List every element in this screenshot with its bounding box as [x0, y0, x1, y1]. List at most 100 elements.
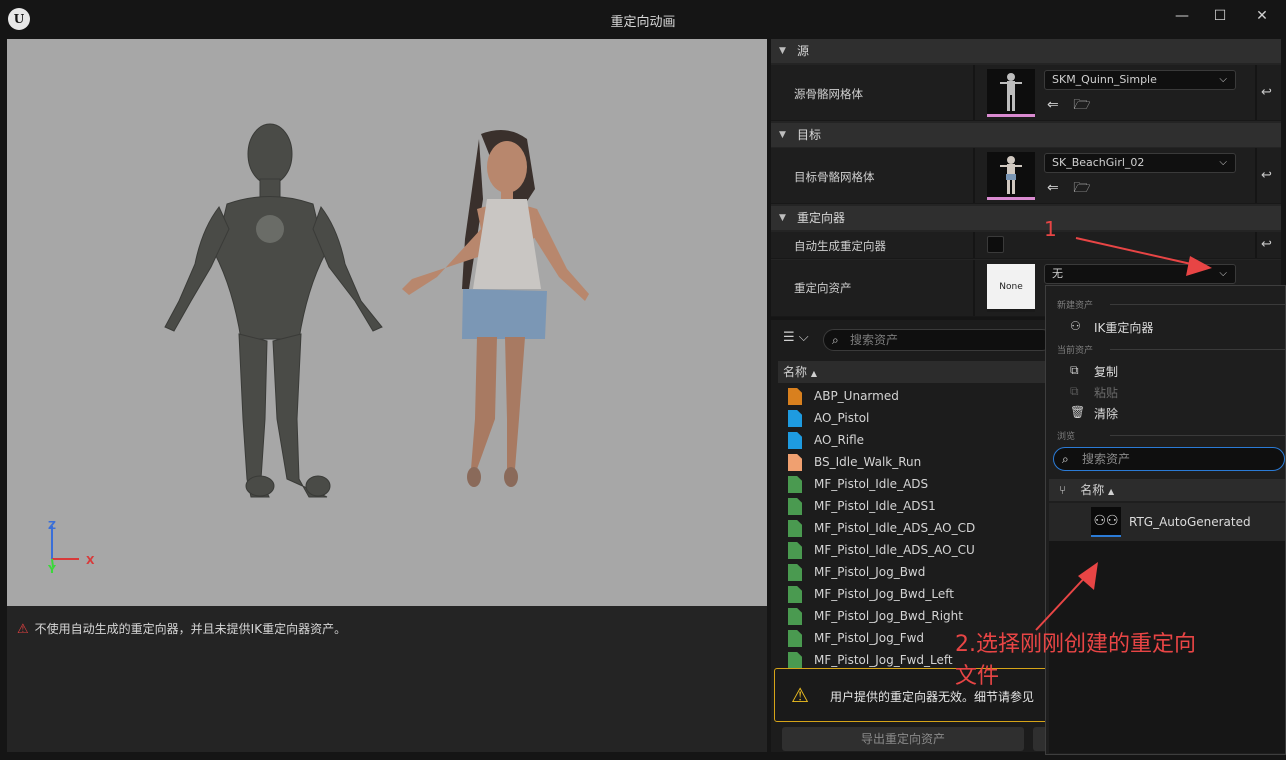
asset-file-icon: [788, 586, 802, 603]
chevron-down-icon: ⌵: [1219, 268, 1227, 279]
export-retarget-assets-button[interactable]: 导出重定向资产: [782, 727, 1024, 751]
asset-name: MF_Pistol_Idle_ADS_AO_CU: [814, 543, 975, 557]
row-auto-generate: 自动生成重定向器 ↩: [771, 232, 1281, 259]
category-source[interactable]: ▼ 源: [771, 39, 1281, 63]
window-title: 重定向动画: [610, 15, 676, 30]
minimize-button[interactable]: —: [1164, 5, 1200, 27]
annotation-step-1: 1: [1044, 217, 1057, 241]
asset-file-icon: [788, 542, 802, 559]
beach-girl-figure: [402, 130, 589, 487]
asset-name: ABP_Unarmed: [814, 389, 899, 403]
status-area: ⚠ 不使用自动生成的重定向器，并且未提供IK重定向器资产。: [7, 606, 767, 752]
asset-file-icon: [788, 410, 802, 427]
asset-file-icon: [788, 498, 802, 515]
branch-filter-icon[interactable]: ⑂: [1059, 483, 1066, 497]
asset-name: AO_Rifle: [814, 433, 865, 447]
reset-auto-icon[interactable]: ↩: [1261, 237, 1272, 252]
chevron-down-icon: ⌵: [1219, 74, 1227, 85]
auto-generate-label: 自动生成重定向器: [794, 239, 886, 253]
asset-file-icon: [788, 388, 802, 405]
annotation-step-2-line1: 2.选择刚刚创建的重定向: [955, 632, 1196, 657]
source-mesh-combo[interactable]: SKM_Quinn_Simple ⌵: [1044, 70, 1236, 90]
target-mesh-thumbnail[interactable]: [987, 152, 1035, 200]
list-item-rtg-autogenerated[interactable]: ⚇⚇ RTG_AutoGenerated: [1049, 503, 1285, 541]
filter-icon[interactable]: ☰ ⌵: [783, 330, 809, 345]
asset-name: MF_Pistol_Idle_ADS_AO_CD: [814, 521, 976, 535]
category-target[interactable]: ▼ 目标: [771, 123, 1281, 147]
asset-file-icon: [788, 630, 802, 647]
trash-icon: 🗑: [1070, 405, 1086, 419]
row-source-mesh: 源骨骼网格体 SKM_Quinn_Simple ⌵ ⇐ 🗁 ↩: [771, 65, 1281, 121]
title-bar: U 重定向动画 — ☐ ✕: [0, 0, 1286, 38]
error-icon: ⚠: [17, 622, 29, 637]
target-mesh-combo[interactable]: SK_BeachGirl_02 ⌵: [1044, 153, 1236, 173]
browse-asset-icon[interactable]: 🗁: [1073, 97, 1090, 113]
axis-x-label: X: [86, 554, 95, 567]
menu-item-paste[interactable]: 粘贴: [1094, 384, 1118, 401]
asset-file-icon: [788, 476, 802, 493]
asset-name: MF_Pistol_Jog_Bwd_Left: [814, 587, 954, 601]
asset-search-input[interactable]: ⌕ 搜索资产: [823, 329, 1053, 351]
asset-file-icon: [788, 454, 802, 471]
use-selected-icon[interactable]: ⇐: [1047, 97, 1059, 113]
warning-icon: ⚠: [791, 683, 809, 707]
row-target-mesh: 目标骨骼网格体 SK_BeachGirl_02 ⌵ ⇐ 🗁 ↩: [771, 148, 1281, 204]
sort-ascending-icon: ▲: [810, 369, 817, 378]
collapse-arrow-icon: ▼: [779, 46, 786, 56]
mannequin-chest-detail: [256, 215, 284, 243]
warning-text: 用户提供的重定向器无效。细节请参见: [830, 690, 1035, 704]
close-button[interactable]: ✕: [1244, 5, 1280, 27]
browse-asset-icon[interactable]: 🗁: [1073, 180, 1090, 196]
section-browse: 浏览: [1057, 432, 1076, 442]
axis-z-label: Z: [48, 519, 56, 532]
chevron-down-icon: ⌵: [1219, 157, 1227, 168]
retarget-asset-combo[interactable]: 无 ⌵: [1044, 264, 1236, 284]
popup-search-input[interactable]: ⌕ 搜索资产: [1053, 447, 1285, 471]
asset-file-icon: [788, 564, 802, 581]
collapse-arrow-icon: ▼: [779, 130, 786, 140]
asset-name: MF_Pistol_Jog_Bwd_Right: [814, 609, 963, 623]
auto-generate-checkbox[interactable]: [987, 236, 1004, 253]
annotation-step-2-line2: 文件: [955, 664, 1000, 689]
paste-icon: ⧉: [1070, 384, 1079, 398]
retarget-asset-thumbnail[interactable]: None: [987, 264, 1035, 312]
menu-item-clear[interactable]: 清除: [1094, 405, 1118, 422]
asset-file-icon: [788, 520, 802, 537]
section-current-asset: 当前资产: [1057, 346, 1094, 356]
category-retargeter[interactable]: ▼ 重定向器: [771, 206, 1281, 230]
maximize-button[interactable]: ☐: [1202, 5, 1238, 27]
mannequin-figure: [164, 123, 383, 498]
asset-name: MF_Pistol_Idle_ADS1: [814, 499, 936, 513]
use-selected-icon[interactable]: ⇐: [1047, 180, 1059, 196]
popup-name-column-header[interactable]: ⑂ 名称 ▲: [1049, 479, 1285, 501]
asset-name: MF_Pistol_Idle_ADS: [814, 477, 929, 491]
asset-file-icon: [788, 652, 802, 669]
details-panel: ▼ 源 源骨骼网格体 SKM_Quinn_Simple ⌵ ⇐ 🗁 ↩ ▼ 目标…: [771, 39, 1281, 317]
asset-name: BS_Idle_Walk_Run: [814, 455, 922, 469]
status-message: 不使用自动生成的重定向器，并且未提供IK重定向器资产。: [34, 622, 347, 636]
asset-name: MF_Pistol_Jog_Bwd: [814, 565, 926, 579]
source-mesh-thumbnail[interactable]: [987, 69, 1035, 117]
ik-retargeter-asset-icon: ⚇⚇: [1091, 507, 1121, 537]
search-icon: ⌕: [1062, 452, 1069, 466]
search-icon: ⌕: [832, 333, 839, 347]
asset-file-icon: [788, 432, 802, 449]
character-preview: [51, 123, 589, 568]
asset-name: MF_Pistol_Jog_Fwd: [814, 631, 925, 645]
target-mesh-label: 目标骨骼网格体: [794, 170, 875, 184]
preview-viewport[interactable]: Z Y X: [7, 39, 767, 606]
copy-icon: ⧉: [1070, 363, 1079, 377]
menu-item-ik-retargeter[interactable]: IK重定向器: [1094, 319, 1153, 336]
source-mesh-label: 源骨骼网格体: [794, 87, 863, 101]
retarget-asset-label: 重定向资产: [794, 281, 852, 295]
axis-y-label: Y: [48, 563, 56, 576]
warning-box: ⚠ 用户提供的重定向器无效。细节请参见: [774, 668, 1054, 722]
collapse-arrow-icon: ▼: [779, 213, 786, 223]
asset-picker-popup: 新建资产 ⚇ IK重定向器 当前资产 ⧉ 复制 ⧉ 粘贴 🗑 清除 浏览 ⌕ 搜…: [1045, 285, 1286, 755]
reset-target-icon[interactable]: ↩: [1261, 168, 1272, 183]
ik-retargeter-icon: ⚇: [1070, 319, 1081, 333]
reset-source-icon[interactable]: ↩: [1261, 85, 1272, 100]
asset-name: AO_Pistol: [814, 411, 870, 425]
sort-ascending-icon: ▲: [1108, 487, 1115, 496]
menu-item-copy[interactable]: 复制: [1094, 363, 1118, 380]
